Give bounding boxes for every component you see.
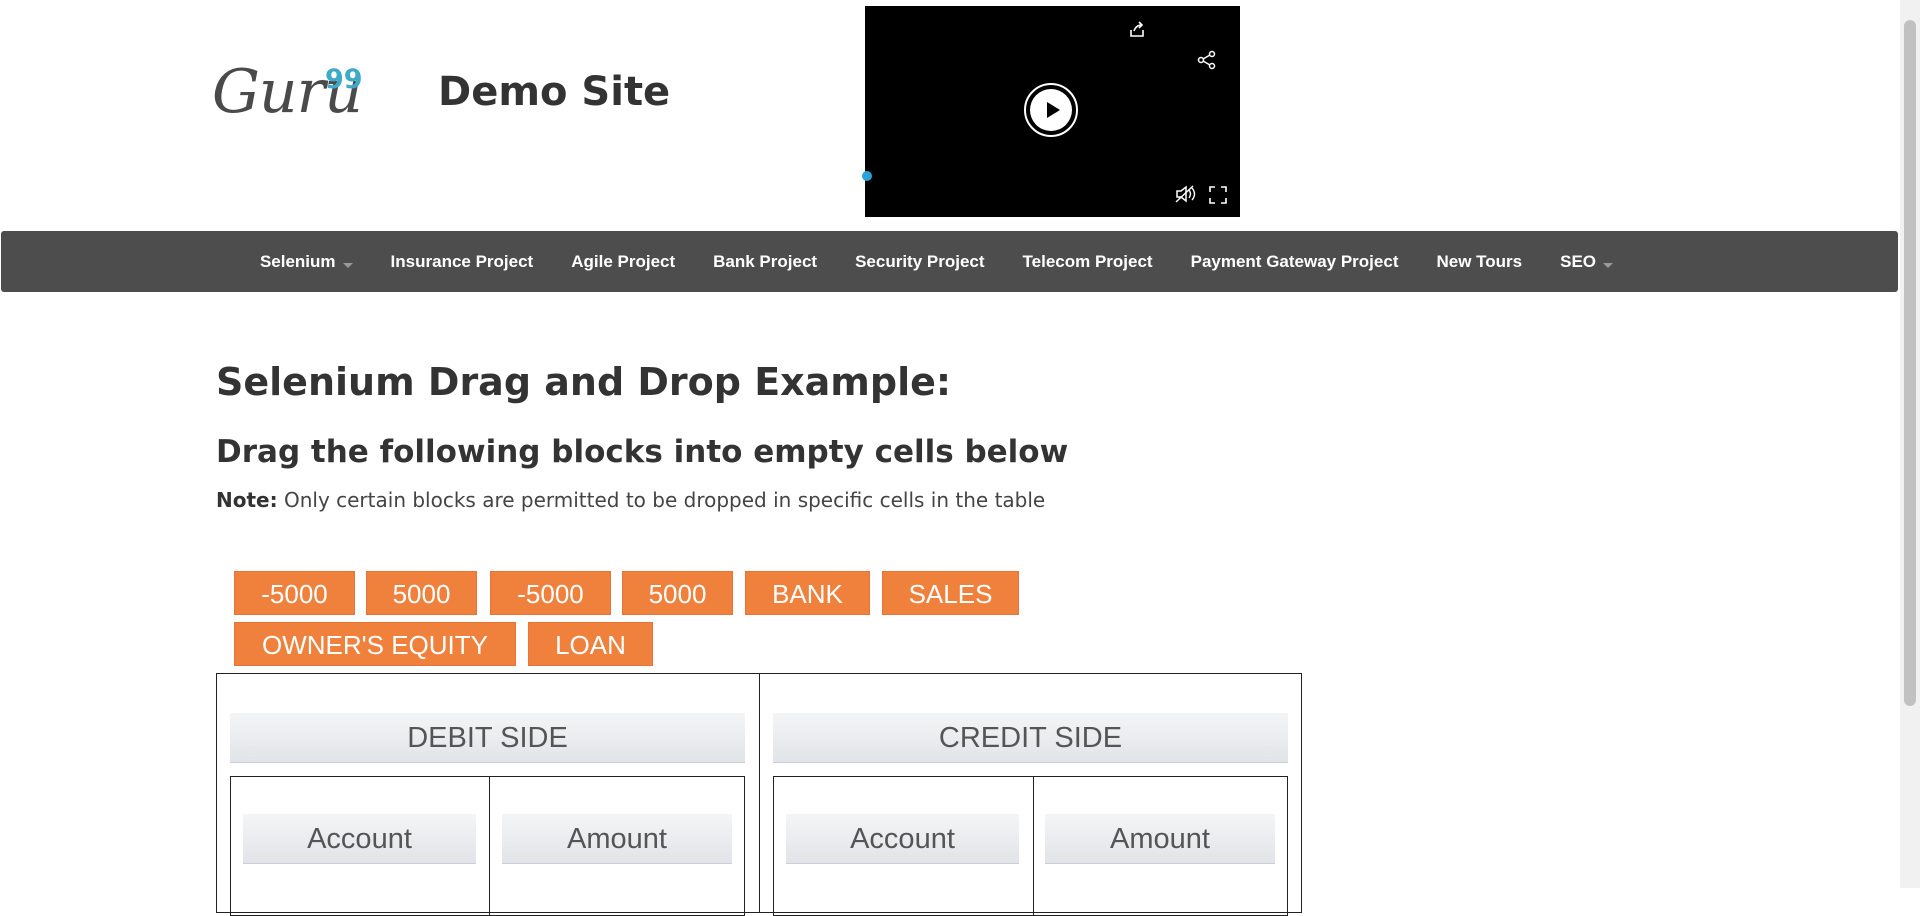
nav-item-agile-project[interactable]: Agile Project xyxy=(571,252,675,272)
nav-item-bank-project[interactable]: Bank Project xyxy=(713,252,817,272)
block-minus-5000-a[interactable]: -5000 xyxy=(234,571,355,615)
block-5000-a[interactable]: 5000 xyxy=(366,571,477,615)
nav-item-telecom-project[interactable]: Telecom Project xyxy=(1023,252,1153,272)
credit-side-header: CREDIT SIDE xyxy=(773,713,1288,763)
block-bank[interactable]: BANK xyxy=(745,571,870,615)
note-body: Only certain blocks are permitted to be … xyxy=(277,488,1046,512)
site-title: Demo Site xyxy=(438,69,671,115)
debit-sub-table: Account Amount xyxy=(230,776,745,916)
credit-account-header: Account xyxy=(786,814,1019,864)
table-divider xyxy=(759,674,760,912)
note-label: Note: xyxy=(216,488,278,512)
play-button[interactable] xyxy=(1024,83,1078,137)
accounts-table: DEBIT SIDE Account Amount CREDIT SIDE Ac… xyxy=(216,673,1302,916)
chevron-down-icon xyxy=(1603,263,1614,268)
nav-item-payment-gateway-project[interactable]: Payment Gateway Project xyxy=(1191,252,1399,272)
guru99-logo-sup: 99 xyxy=(325,64,363,95)
page-scrollbar[interactable] xyxy=(1900,0,1920,888)
main-navbar: Selenium Insurance Project Agile Project… xyxy=(1,231,1898,292)
credit-sub-table: Account Amount xyxy=(773,776,1288,916)
block-5000-b[interactable]: 5000 xyxy=(622,571,733,615)
credit-amount-header: Amount xyxy=(1045,814,1275,864)
block-owners-equity[interactable]: OWNER'S EQUITY xyxy=(234,622,516,666)
share-icon[interactable] xyxy=(1197,50,1217,74)
fullscreen-icon[interactable] xyxy=(1209,186,1227,208)
chevron-down-icon xyxy=(342,263,353,268)
page-subtitle: Drag the following blocks into empty cel… xyxy=(216,434,1069,470)
debit-amount-header: Amount xyxy=(502,814,732,864)
debit-account-header: Account xyxy=(243,814,476,864)
scrollbar-thumb[interactable] xyxy=(1904,20,1916,706)
progress-handle[interactable] xyxy=(862,171,872,181)
debit-side-header: DEBIT SIDE xyxy=(230,713,745,763)
block-loan[interactable]: LOAN xyxy=(528,622,653,666)
nav-item-insurance-project[interactable]: Insurance Project xyxy=(391,252,534,272)
nav-item-security-project[interactable]: Security Project xyxy=(855,252,984,272)
note-text: Note: Only certain blocks are permitted … xyxy=(216,488,1045,512)
block-minus-5000-b[interactable]: -5000 xyxy=(490,571,611,615)
play-icon xyxy=(1030,89,1072,131)
page-title: Selenium Drag and Drop Example: xyxy=(216,360,952,404)
nav-list: Selenium Insurance Project Agile Project… xyxy=(1,231,1898,292)
share-arrow-icon[interactable] xyxy=(1128,21,1146,43)
block-sales[interactable]: SALES xyxy=(882,571,1019,615)
nav-item-seo[interactable]: SEO xyxy=(1560,252,1614,272)
mute-icon[interactable] xyxy=(1175,185,1197,207)
credit-column-divider xyxy=(1033,777,1034,915)
video-player[interactable] xyxy=(862,6,1240,217)
nav-item-selenium[interactable]: Selenium xyxy=(260,252,353,272)
debit-column-divider xyxy=(489,777,490,915)
site-header: Guru 99 Demo Site xyxy=(0,0,1900,230)
nav-item-new-tours[interactable]: New Tours xyxy=(1436,252,1522,272)
